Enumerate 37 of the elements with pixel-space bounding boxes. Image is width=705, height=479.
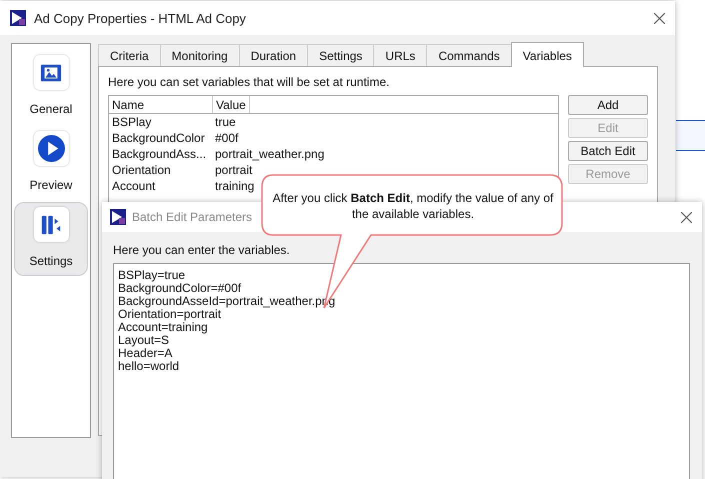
table-cell-text: #00f: [214, 131, 240, 146]
text-line: Header=A: [118, 347, 174, 360]
column-header[interactable]: Value: [213, 96, 250, 113]
sidebar-item[interactable]: Settings: [14, 202, 88, 276]
text-line: BackgroundColor=#00f: [118, 282, 242, 295]
app-logo-icon: [10, 10, 26, 26]
table-cell-text: Account: [111, 179, 156, 194]
table-cell-text: BackgroundColor: [111, 131, 206, 146]
text-line: BSPlay=true: [118, 269, 186, 282]
text-line: Layout=S: [118, 334, 170, 347]
table-cell-text: BackgroundAss...: [111, 147, 208, 162]
text-line: Orientation=portrait: [118, 308, 222, 321]
sidebar-item[interactable]: General: [14, 50, 88, 124]
table-cell-text: portrait: [214, 163, 254, 178]
description-text: Here you can set variables that will be set at runtime.: [108, 75, 390, 89]
table-cell-text: true: [214, 115, 237, 130]
text-line: Account=training: [118, 321, 208, 334]
close-icon[interactable]: [654, 12, 665, 24]
description-text: Here you can enter the variables.: [113, 243, 291, 257]
sidebar-item[interactable]: Preview: [14, 126, 88, 200]
table-cell-text: Orientation: [111, 163, 172, 178]
table-cell-text: training: [214, 179, 256, 194]
columns-icon: [40, 214, 62, 236]
dialog-title: Batch Edit Parameters: [132, 210, 252, 224]
action-button[interactable]: Add: [568, 95, 648, 115]
text-line: hello=world: [118, 360, 180, 373]
close-icon[interactable]: [681, 212, 692, 222]
action-button[interactable]: Batch Edit: [568, 141, 648, 161]
column-header[interactable]: Name: [109, 96, 213, 113]
app-logo-icon: [110, 209, 126, 225]
window-title: Ad Copy Properties - HTML Ad Copy: [34, 10, 247, 26]
tab[interactable]: Criteria: [98, 44, 161, 66]
table-cell-text: portrait_weather.png: [214, 147, 326, 162]
callout-text: After you click Batch Edit, modify the value of any of the available variables.: [272, 190, 554, 222]
play-icon: [38, 135, 64, 162]
tab[interactable]: Variables: [510, 42, 584, 67]
table-cell-text: BSPlay: [111, 115, 152, 130]
